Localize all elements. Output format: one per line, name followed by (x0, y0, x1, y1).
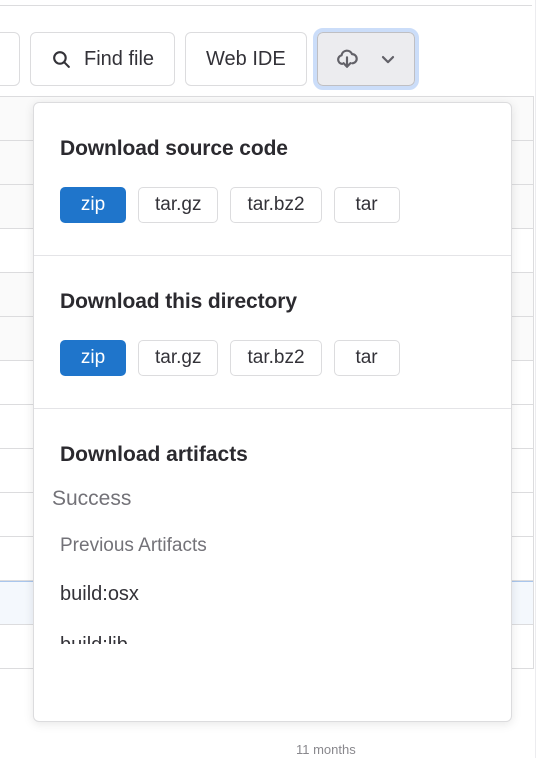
download-dir-zip-button[interactable]: zip (60, 340, 126, 376)
directory-format-list: zip tar.gz tar.bz2 tar (34, 314, 511, 408)
previous-artifacts-label: Previous Artifacts (60, 535, 207, 556)
artifacts-status: Success (52, 487, 132, 510)
artifact-item-build-osx[interactable]: build:osx (34, 557, 511, 606)
download-dir-tar-button[interactable]: tar (333, 340, 400, 376)
section-title: Download source code (60, 137, 288, 160)
download-source-code-section: Download source code zip tar.gz tar.bz2 … (34, 103, 511, 255)
download-dir-targz-button[interactable]: tar.gz (138, 340, 219, 376)
download-dir-tarbz2-button[interactable]: tar.bz2 (230, 340, 322, 376)
source-code-format-list: zip tar.gz tar.bz2 tar (34, 161, 511, 255)
find-file-label: Find file (84, 47, 155, 70)
download-dropdown-menu: Download source code zip tar.gz tar.bz2 … (33, 102, 512, 722)
search-icon (51, 49, 72, 70)
download-targz-button[interactable]: tar.gz (138, 187, 219, 223)
download-zip-button[interactable]: zip (60, 187, 126, 223)
top-divider (0, 5, 532, 6)
right-divider (535, 0, 536, 758)
find-file-button[interactable]: Find file (30, 32, 176, 86)
cloud-download-icon (334, 46, 360, 72)
artifact-item-build-lib[interactable]: build:lib (34, 606, 511, 644)
background-footer-text: 11 months (296, 742, 356, 757)
repository-toolbar: Find file Web IDE (0, 27, 419, 91)
chevron-down-icon (378, 49, 398, 69)
section-title: Download this directory (60, 290, 297, 313)
download-tar-button[interactable]: tar (333, 187, 400, 223)
artifacts-title: Download artifacts (60, 443, 248, 466)
web-ide-button[interactable]: Web IDE (185, 32, 307, 86)
web-ide-label: Web IDE (206, 47, 286, 70)
download-tarbz2-button[interactable]: tar.bz2 (230, 187, 322, 223)
download-artifacts-section: Download artifacts Success Previous Arti… (34, 409, 511, 644)
partial-dropdown-button[interactable] (0, 32, 20, 86)
download-directory-section: Download this directory zip tar.gz tar.b… (34, 256, 511, 408)
download-dropdown-button[interactable] (312, 28, 419, 90)
